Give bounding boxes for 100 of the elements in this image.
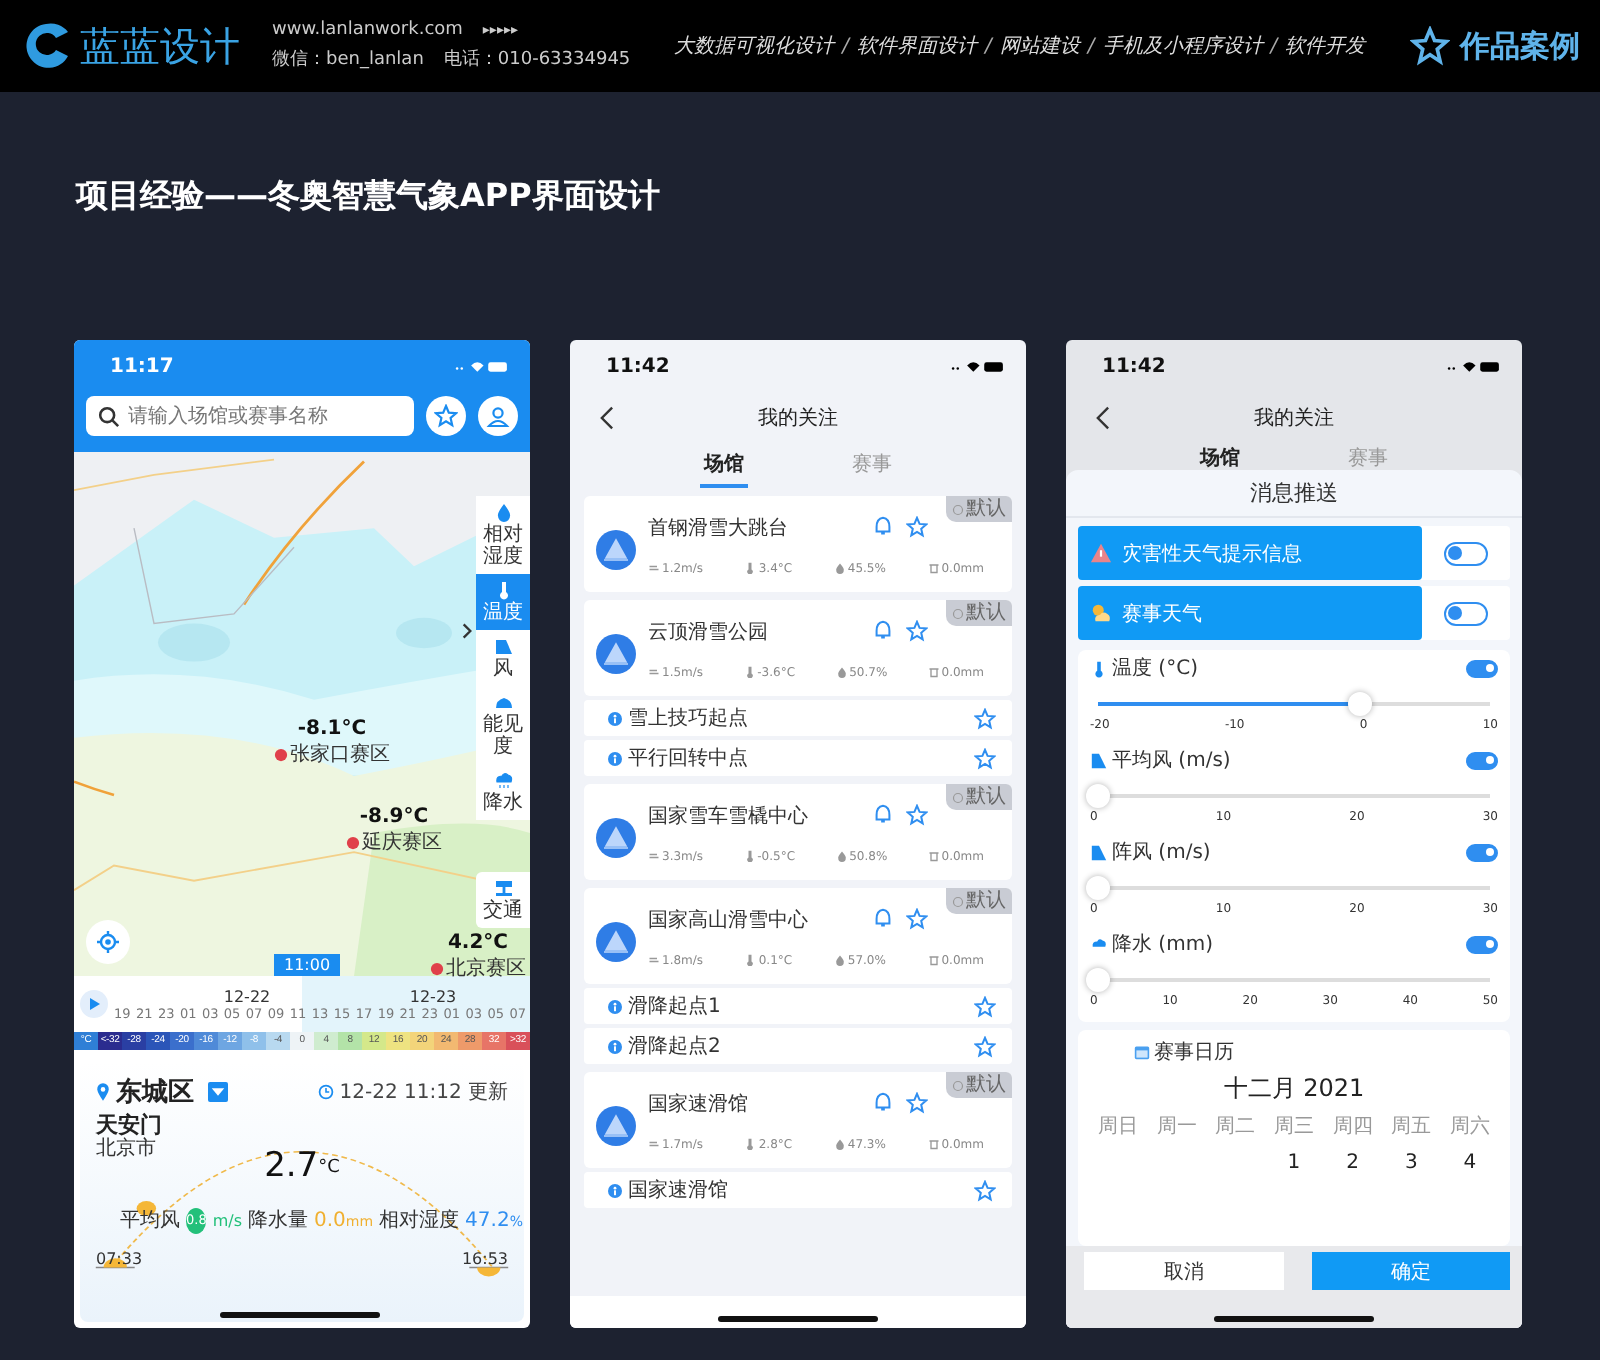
city-name: 北京市 <box>96 1138 158 1162</box>
bell-icon[interactable] <box>872 620 894 642</box>
star-icon[interactable] <box>974 747 996 769</box>
bell-icon[interactable] <box>872 908 894 930</box>
screen-title: 我的关注 <box>1254 405 1334 432</box>
calendar-day[interactable]: 2 <box>1346 1152 1359 1174</box>
marker-label[interactable]: 延庆赛区 <box>362 828 442 856</box>
logo-text: 蓝蓝设计 <box>80 19 240 73</box>
toggle-switch[interactable] <box>1444 541 1488 565</box>
default-label: 默认 <box>966 784 1006 810</box>
wind-label: 平均风 <box>120 1208 180 1234</box>
slider-thumb[interactable] <box>1347 692 1372 716</box>
toggle-switch[interactable] <box>1466 659 1498 677</box>
slider-label: 降水 (mm) <box>1112 931 1215 958</box>
star-icon[interactable] <box>906 804 928 826</box>
thermometer-icon <box>744 562 757 574</box>
bell-icon[interactable] <box>872 804 894 826</box>
slider-label: 平均风 (m/s) <box>1112 748 1233 774</box>
nav-link[interactable]: 软件开发 <box>1285 32 1366 60</box>
point-row[interactable]: 国家速滑馆 <box>584 1172 1012 1208</box>
calendar-day[interactable]: 4 <box>1463 1152 1477 1174</box>
default-tag[interactable]: 默认 <box>946 1072 1012 1098</box>
timeline-date: 12-22 <box>223 987 271 1005</box>
confirm-button[interactable]: 确定 <box>1311 1252 1510 1290</box>
bell-icon[interactable] <box>872 516 894 538</box>
slider-label: 温度 (°C) <box>1112 655 1200 682</box>
nav-link[interactable]: 软件界面设计 <box>857 32 978 60</box>
slider-thumb[interactable] <box>1086 784 1110 808</box>
droplet-icon <box>835 850 848 862</box>
default-tag[interactable]: 默认 <box>946 600 1012 626</box>
slider-label: 阵风 (m/s) <box>1112 839 1213 866</box>
nav-separator: / <box>842 35 850 57</box>
toggle-switch[interactable] <box>1466 935 1498 953</box>
nav-link[interactable]: 大数据可视化设计 <box>674 32 835 60</box>
alert-option[interactable]: 赛事天气 <box>1078 586 1422 640</box>
nav-link[interactable]: 手机及小程序设计 <box>1102 32 1263 60</box>
screen-title: 我的关注 <box>758 405 838 432</box>
rain-cloud-icon <box>493 770 513 790</box>
clock-icon <box>317 1084 334 1100</box>
slider-thumb[interactable] <box>1086 876 1110 900</box>
point-name: 平行回转中点 <box>628 745 750 772</box>
time-tooltip: 11:00 <box>274 954 341 976</box>
tab[interactable]: 赛事 <box>848 444 896 488</box>
profile-button[interactable] <box>478 396 518 436</box>
star-icon[interactable] <box>974 995 996 1017</box>
play-button[interactable] <box>80 990 108 1018</box>
info-icon <box>608 999 622 1013</box>
point-name: 滑降起点2 <box>628 1033 723 1060</box>
timeline-date: 12-23 <box>409 987 457 1005</box>
location-pin-icon <box>96 1082 110 1102</box>
default-tag[interactable]: 默认 <box>946 888 1012 914</box>
point-row[interactable]: 滑降起点1 <box>584 988 1012 1024</box>
star-icon[interactable] <box>906 620 928 642</box>
alert-option[interactable]: 灾害性天气提示信息 <box>1078 526 1422 580</box>
marker-temperature: 4.2°C <box>447 932 509 954</box>
point-row[interactable]: 平行回转中点 <box>584 740 1012 776</box>
traffic-button[interactable]: 交通 <box>476 872 530 928</box>
favorites-button[interactable] <box>426 396 466 436</box>
star-icon[interactable] <box>906 1092 928 1114</box>
dropdown-button[interactable] <box>208 1082 228 1102</box>
toggle-switch[interactable] <box>1466 843 1498 861</box>
cancel-button[interactable]: 取消 <box>1084 1252 1283 1290</box>
point-row[interactable]: 雪上技巧起点 <box>584 700 1012 736</box>
toggle-switch[interactable] <box>1466 751 1498 769</box>
weekday-label: 周六 <box>1449 1113 1490 1140</box>
calendar-label: 赛事日历 <box>1154 1039 1234 1066</box>
marker-label[interactable]: 张家口赛区 <box>290 740 390 768</box>
tab[interactable]: 场馆 <box>700 444 748 488</box>
star-icon[interactable] <box>906 908 928 930</box>
update-time: 12-22 11:12 更新 <box>339 1079 508 1106</box>
chevron-icon[interactable] <box>462 622 472 640</box>
calendar-day[interactable]: 1 <box>1287 1152 1301 1174</box>
venue-name: 国家高山滑雪中心 <box>648 907 810 933</box>
point-name: 国家速滑馆 <box>628 1177 730 1204</box>
back-icon[interactable] <box>600 406 614 430</box>
point-row[interactable]: 滑降起点2 <box>584 1028 1012 1064</box>
nav-link[interactable]: 网站建设 <box>999 32 1080 60</box>
place-name: 天安门 <box>96 1112 164 1138</box>
toggle-switch[interactable] <box>1444 601 1488 625</box>
thermometer-icon <box>744 1138 757 1150</box>
search-field[interactable]: 请输入场馆或赛事名称 <box>86 396 414 436</box>
logo-icon <box>20 20 72 72</box>
slider-thumb[interactable] <box>1086 968 1110 992</box>
default-tag[interactable]: 默认 <box>946 784 1012 810</box>
calendar-day[interactable]: 3 <box>1404 1152 1418 1174</box>
marker-label[interactable]: 北京赛区 <box>446 954 526 982</box>
point-name: 雪上技巧起点 <box>628 705 750 732</box>
star-icon[interactable] <box>906 516 928 538</box>
bell-icon[interactable] <box>872 1092 894 1114</box>
back-icon[interactable] <box>1096 406 1110 430</box>
search-icon <box>98 406 120 428</box>
star-icon[interactable] <box>974 1035 996 1057</box>
point-name: 滑降起点1 <box>628 993 723 1020</box>
star-icon[interactable] <box>974 707 996 729</box>
tab[interactable]: 场馆 <box>1196 444 1244 476</box>
default-tag[interactable]: 默认 <box>946 496 1012 522</box>
calendar-icon <box>1134 1044 1150 1060</box>
star-icon[interactable] <box>974 1179 996 1201</box>
sunrise-time: 07:33 <box>96 1250 143 1268</box>
layer-button[interactable]: 温度 <box>476 574 530 630</box>
